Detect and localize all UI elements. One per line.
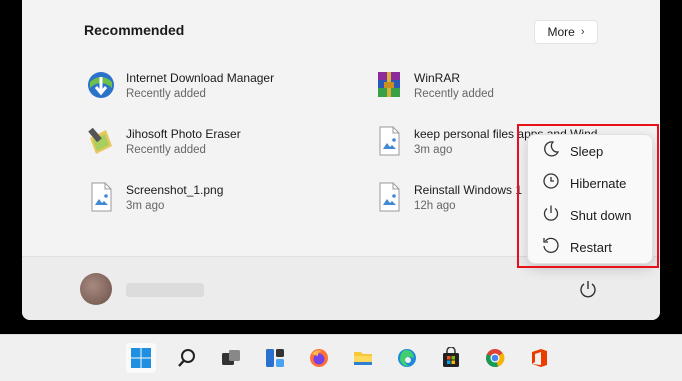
item-subtitle: Recently added bbox=[414, 88, 494, 100]
more-label: More bbox=[547, 25, 575, 39]
user-name-redacted[interactable] bbox=[126, 283, 204, 297]
image-file-icon bbox=[372, 124, 406, 158]
power-icon[interactable] bbox=[578, 279, 598, 299]
item-name: WinRAR bbox=[414, 71, 461, 85]
photo-eraser-icon bbox=[84, 124, 118, 158]
firefox-icon[interactable] bbox=[304, 343, 334, 373]
recommended-item-reinstall[interactable]: Reinstall Windows 1 12h ago bbox=[372, 180, 522, 214]
more-button[interactable]: More › bbox=[534, 20, 598, 44]
office-icon[interactable] bbox=[524, 343, 554, 373]
item-name: Screenshot_1.png bbox=[126, 183, 224, 197]
start-icon[interactable] bbox=[126, 343, 156, 373]
file-explorer-icon[interactable] bbox=[348, 343, 378, 373]
edge-icon[interactable] bbox=[392, 343, 422, 373]
item-name: Reinstall Windows 1 bbox=[414, 183, 523, 197]
task-view-icon[interactable] bbox=[216, 343, 246, 373]
chevron-right-icon: › bbox=[580, 26, 585, 38]
chrome-icon[interactable] bbox=[480, 343, 510, 373]
search-icon[interactable] bbox=[172, 343, 202, 373]
item-subtitle: 12h ago bbox=[414, 200, 456, 212]
annotation-highlight-box bbox=[517, 124, 659, 268]
taskbar bbox=[0, 334, 682, 381]
recommended-title: Recommended bbox=[84, 22, 185, 38]
item-subtitle: Recently added bbox=[126, 88, 206, 100]
recommended-item-idm[interactable]: Internet Download Manager Recently added bbox=[84, 68, 274, 102]
store-icon[interactable] bbox=[436, 343, 466, 373]
idm-icon bbox=[84, 68, 118, 102]
image-file-icon bbox=[84, 180, 118, 214]
recommended-item-photo-eraser[interactable]: Jihosoft Photo Eraser Recently added bbox=[84, 124, 241, 158]
avatar[interactable] bbox=[80, 273, 112, 305]
winrar-icon bbox=[372, 68, 406, 102]
item-subtitle: Recently added bbox=[126, 144, 206, 156]
item-subtitle: 3m ago bbox=[126, 200, 165, 212]
recommended-item-screenshot[interactable]: Screenshot_1.png 3m ago bbox=[84, 180, 223, 214]
recommended-item-winrar[interactable]: WinRAR Recently added bbox=[372, 68, 494, 102]
image-file-icon bbox=[372, 180, 406, 214]
item-name: Jihosoft Photo Eraser bbox=[126, 127, 241, 141]
widgets-icon[interactable] bbox=[260, 343, 290, 373]
item-name: Internet Download Manager bbox=[126, 71, 275, 85]
